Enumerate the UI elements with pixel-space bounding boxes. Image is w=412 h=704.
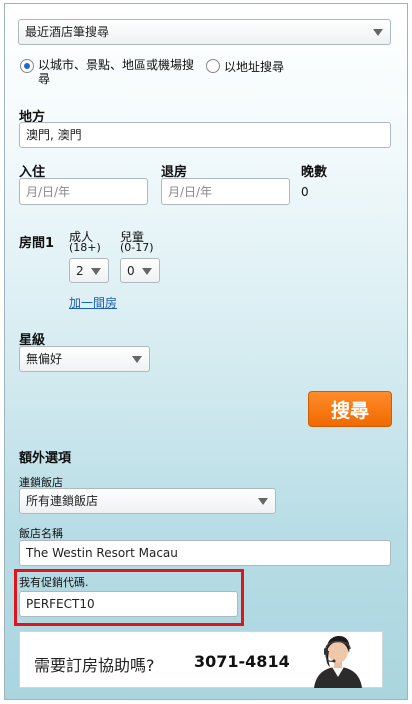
radio-search-by-city[interactable] [20,59,34,73]
nights-value: 0 [301,185,309,199]
chevron-down-icon [91,267,101,275]
star-rating-select[interactable]: 無偏好 [19,346,150,372]
extra-options-title: 額外選項 [19,451,72,466]
recent-search-value: 最近酒店筆搜尋 [25,25,110,39]
chevron-down-icon [258,498,268,505]
promo-code-value: PERFECT10 [26,597,95,611]
booking-help-banner[interactable]: 需要訂房協助嗎? 3071-4814 [19,631,383,688]
chevron-down-icon [373,29,383,36]
destination-value: 澳門, 澳門 [26,128,82,142]
radio-search-by-address-label[interactable]: 以地址搜尋 [224,58,284,75]
radio-search-by-city-label[interactable]: 以城市、景點、地區或機場搜尋 [38,58,203,86]
add-room-link[interactable]: 加一間房 [69,294,117,311]
chevron-down-icon [132,356,142,363]
room-1-label: 房間1 [19,236,55,251]
hotel-name-value: The Westin Resort Macau [26,546,178,560]
checkout-placeholder: 月/日/年 [168,184,213,199]
adults-select[interactable]: 2 [69,258,109,283]
hotel-name-label: 飯店名稱 [19,527,63,540]
children-select[interactable]: 0 [120,258,160,283]
booking-help-text: 需要訂房協助嗎? [34,656,155,675]
chevron-down-icon [142,267,152,275]
customer-service-agent-icon [314,636,362,688]
nights-label: 晚數 [301,165,328,180]
hotel-name-input[interactable]: The Westin Resort Macau [19,540,391,566]
star-rating-value: 無偏好 [26,352,63,366]
checkin-placeholder: 月/日/年 [26,184,71,199]
children-value: 0 [127,263,135,278]
adults-value: 2 [76,263,84,278]
radio-search-by-address[interactable] [206,59,220,73]
booking-help-phone: 3071-4814 [194,652,290,671]
promo-code-label: 我有促銷代碼. [19,576,89,589]
hotel-chain-select[interactable]: 所有連鎖飯店 [19,488,276,514]
hotel-search-panel: 最近酒店筆搜尋 以城市、景點、地區或機場搜尋 以地址搜尋 地方 澳門, 澳門 入… [4,3,408,700]
adults-age-range: (18+) [69,241,101,254]
children-age-range: (0-17) [120,241,154,254]
checkout-date-input[interactable]: 月/日/年 [161,178,290,205]
promo-code-input[interactable]: PERFECT10 [19,591,238,617]
search-button[interactable]: 搜尋 [308,391,392,427]
checkin-date-input[interactable]: 月/日/年 [19,178,148,205]
hotel-chain-value: 所有連鎖飯店 [26,494,99,508]
destination-input[interactable]: 澳門, 澳門 [19,122,391,148]
recent-search-select[interactable]: 最近酒店筆搜尋 [18,19,391,45]
